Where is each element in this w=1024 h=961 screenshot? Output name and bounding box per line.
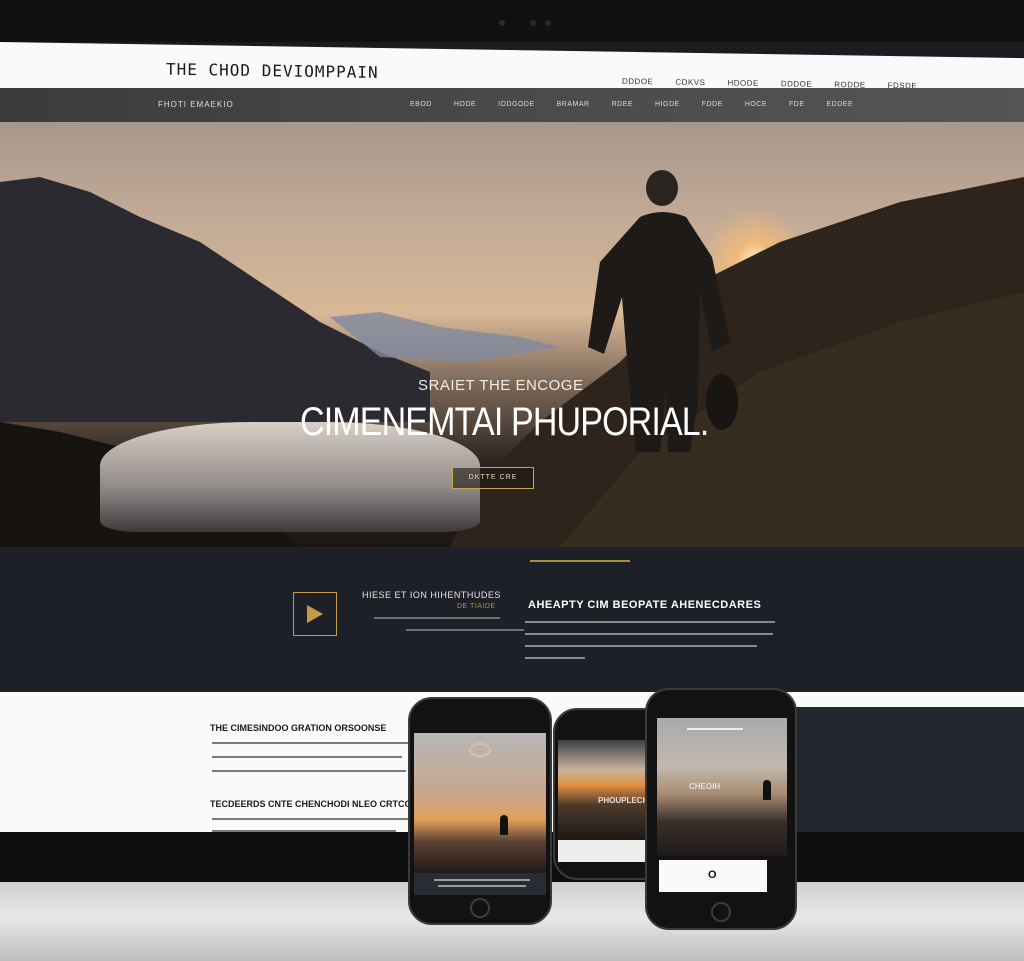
text-placeholder-line [525, 645, 757, 647]
lower-heading: THE CIMESINDOO GRATION ORSOONSE [210, 723, 387, 733]
lower-heading: TECDEERDS CNTE CHENCHODI NLEO CRTCOD [210, 799, 419, 809]
divider [530, 560, 630, 562]
phone-footer [414, 873, 546, 895]
text-placeholder-line [525, 657, 585, 659]
text-placeholder-line [212, 818, 408, 820]
lower-dark-panel [760, 707, 1024, 832]
main-navbar: FHOTI EMAEKIO EBOD HODE IODGODE BRAMAR R… [0, 88, 1024, 122]
nav-link[interactable]: EBOD [410, 101, 432, 108]
text-placeholder-line [434, 879, 530, 881]
hero-title: CIMENEMTAI PHUPORIAL. [300, 400, 709, 444]
feature-left-subtitle: DE TIAIDE [457, 603, 496, 610]
site-title[interactable]: THE CHOD DEVIOMPPAIN [166, 60, 379, 82]
text-placeholder-line [525, 621, 775, 623]
feature-left-title: HIESE ET ION HIHENTHUDES [362, 590, 501, 600]
feature-section: HIESE ET ION HIHENTHUDES DE TIAIDE AHEAP… [0, 547, 1024, 692]
person-silhouette [763, 780, 771, 800]
home-button[interactable] [470, 898, 490, 918]
text-placeholder-line [525, 633, 773, 635]
camera-dot [499, 20, 505, 26]
phone-caption: CHEOIH [689, 782, 721, 791]
phone-mockup [408, 697, 552, 925]
monitor-top-bezel [0, 0, 1024, 42]
phone-cta-button[interactable]: O [659, 860, 767, 892]
person-silhouette [500, 815, 508, 835]
nav-link[interactable]: FDE [789, 101, 805, 108]
phone-button-mark: O [708, 869, 717, 881]
nav-link[interactable]: HODE [454, 101, 476, 108]
nav-links: EBOD HODE IODGODE BRAMAR RDEE HIGDE FDDE… [410, 101, 853, 108]
phone-screen [414, 733, 546, 873]
top-link[interactable]: DDDOE [622, 77, 653, 86]
nav-link[interactable]: HOCE [745, 101, 767, 108]
nav-link[interactable]: RDEE [612, 101, 633, 108]
top-link[interactable]: CDKVS [675, 78, 705, 87]
left-mountain [0, 177, 430, 422]
nav-link[interactable]: IODGODE [498, 101, 535, 108]
play-icon [307, 605, 323, 623]
hero-cta-button[interactable]: DKTTE CRE [452, 467, 534, 489]
home-button[interactable] [711, 902, 731, 922]
nav-brand[interactable]: FHOTI EMAEKIO [158, 100, 234, 109]
nav-link[interactable]: BRAMAR [557, 101, 590, 108]
text-placeholder-line [438, 885, 526, 887]
nav-link[interactable]: FDDE [702, 101, 723, 108]
phone-mockup: CHEOIH O [645, 688, 797, 930]
text-placeholder-line [687, 728, 743, 730]
camera-dot [545, 20, 551, 26]
text-placeholder-line [212, 742, 408, 744]
camera-dot [530, 20, 536, 26]
logo-icon [469, 743, 491, 757]
text-placeholder-line [406, 629, 524, 631]
text-placeholder-line [212, 770, 406, 772]
play-button[interactable] [293, 592, 337, 636]
text-placeholder-line [374, 617, 500, 619]
hero-caption: SRAIET THE ENCOGE [418, 377, 584, 394]
top-link[interactable]: HDODE [727, 78, 758, 87]
phone-screen: CHEOIH [657, 718, 787, 856]
text-placeholder-line [212, 756, 402, 758]
nav-link[interactable]: EDDEE [827, 101, 854, 108]
hero-banner: SRAIET THE ENCOGE CIMENEMTAI PHUPORIAL. … [0, 122, 1024, 547]
feature-right-title: AHEAPTY CIM BEOPATE AHENECDARES [528, 599, 762, 611]
nav-link[interactable]: HIGDE [655, 101, 680, 108]
